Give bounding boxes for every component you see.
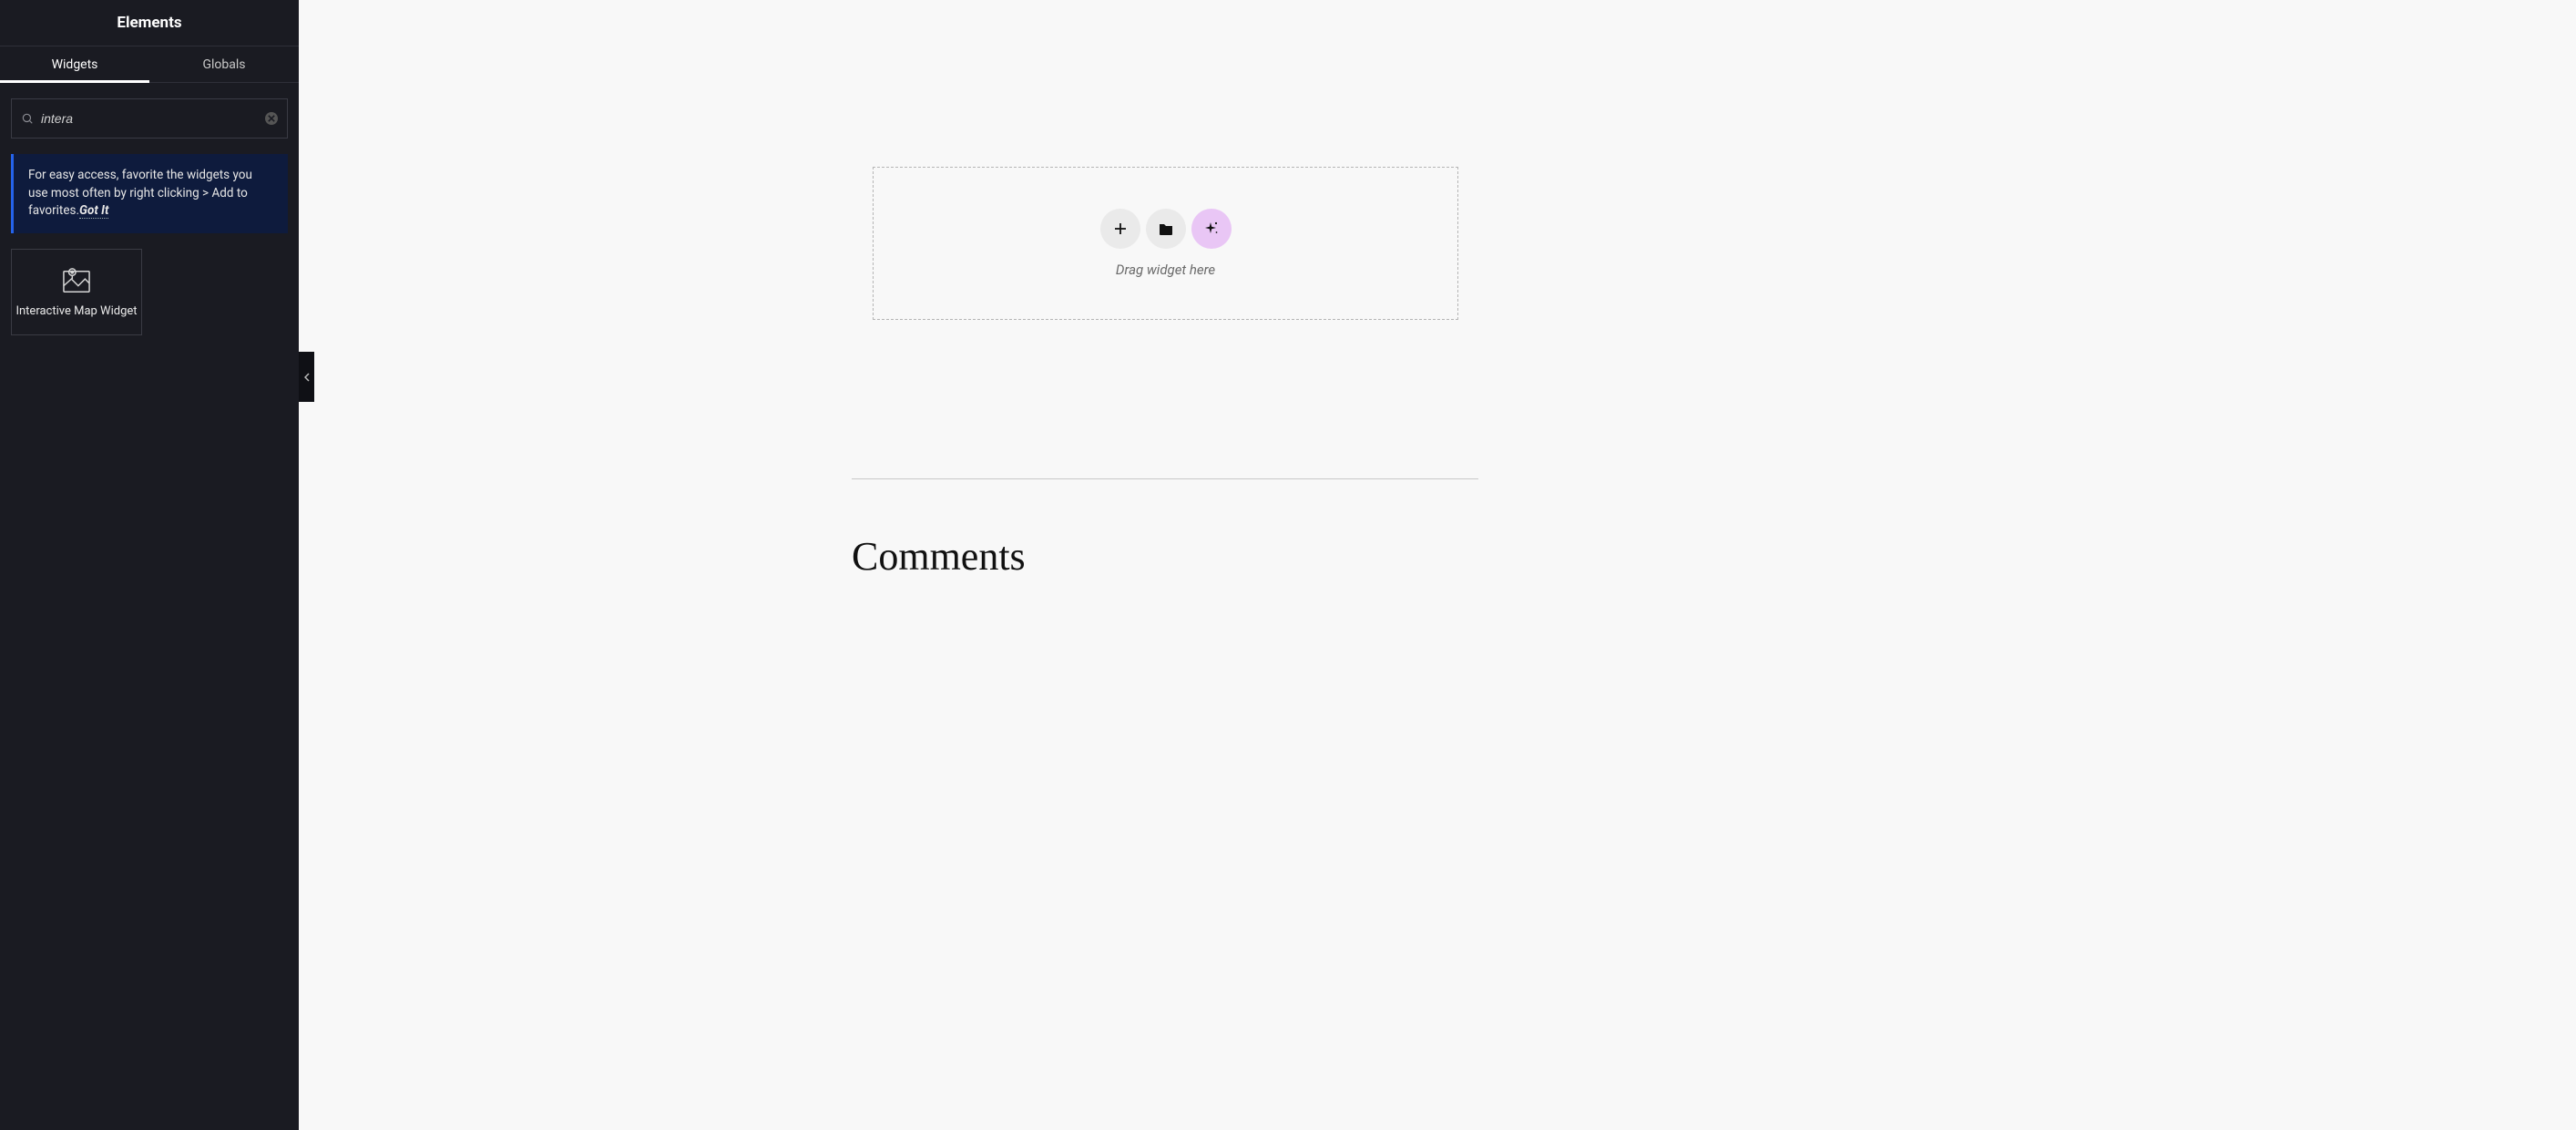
- ai-suggest-button[interactable]: [1191, 209, 1232, 249]
- widget-results: Interactive Map Widget: [0, 233, 299, 351]
- section-divider: [852, 478, 1478, 479]
- search-container: [0, 83, 299, 139]
- search-input[interactable]: [41, 111, 258, 126]
- collapse-panel-button[interactable]: [299, 352, 314, 402]
- widget-label: Interactive Map Widget: [15, 304, 137, 318]
- chevron-left-icon: [304, 373, 310, 382]
- favorites-tip: For easy access, favorite the widgets yo…: [11, 154, 288, 233]
- editor-canvas[interactable]: Drag widget here Comments: [299, 0, 2576, 1130]
- add-widget-button[interactable]: [1100, 209, 1140, 249]
- clear-search-button[interactable]: [265, 112, 278, 125]
- panel-title: Elements: [117, 14, 181, 32]
- folder-icon: [1159, 222, 1173, 235]
- comments-heading: Comments: [852, 533, 1026, 580]
- search-box: [11, 98, 288, 139]
- map-icon: [63, 266, 90, 295]
- browse-templates-button[interactable]: [1146, 209, 1186, 249]
- plus-icon: [1113, 221, 1128, 236]
- dropzone-label: Drag widget here: [1116, 262, 1215, 278]
- dropzone-actions: [1100, 209, 1232, 249]
- sparkle-icon: [1203, 221, 1220, 237]
- tip-text: For easy access, favorite the widgets yo…: [28, 168, 252, 218]
- tab-globals[interactable]: Globals: [149, 46, 299, 82]
- widget-dropzone[interactable]: Drag widget here: [873, 167, 1458, 320]
- tip-dismiss-link[interactable]: Got It: [79, 203, 108, 219]
- elements-panel: Elements Widgets Globals For easy access…: [0, 0, 299, 1130]
- search-icon: [21, 112, 34, 125]
- panel-header: Elements: [0, 0, 299, 46]
- widget-card-interactive-map[interactable]: Interactive Map Widget: [11, 249, 142, 335]
- panel-tabs: Widgets Globals: [0, 46, 299, 83]
- tab-widgets[interactable]: Widgets: [0, 46, 149, 82]
